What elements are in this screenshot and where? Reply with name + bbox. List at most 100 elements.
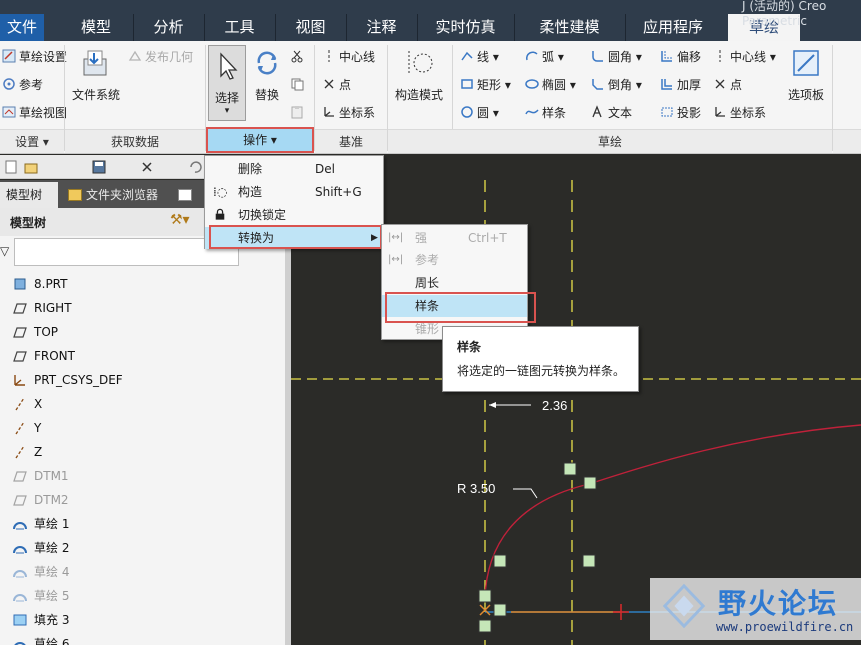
tree-item-label: Z: [34, 445, 43, 459]
datum-csys-button[interactable]: 坐标系: [322, 103, 375, 123]
arc-button[interactable]: 弧 ▾: [525, 47, 564, 67]
undo-icon[interactable]: [188, 160, 202, 174]
datum-group-label: 基准: [315, 129, 387, 153]
circle-button[interactable]: 圆 ▾: [460, 103, 499, 123]
menu-item-perimeter[interactable]: 周长: [382, 272, 527, 294]
fillet-icon: [592, 51, 603, 62]
tree-item[interactable]: 8.PRT: [0, 272, 280, 296]
chamfer-button[interactable]: 倒角 ▾: [591, 75, 642, 95]
tab-flexible-modeling[interactable]: 柔性建模: [514, 14, 624, 41]
setup-group-label[interactable]: 设置 ▾: [0, 129, 64, 153]
graphics-window[interactable]: 2.36 R 3.50: [291, 180, 861, 645]
publish-geometry-button[interactable]: 发布几何: [128, 47, 193, 67]
circle-label: 圆: [477, 106, 490, 120]
menu-item-delete[interactable]: 删除 Del: [205, 158, 383, 180]
tree-item[interactable]: 草绘 1: [0, 512, 280, 536]
tree-item-label: 草绘 6: [34, 637, 70, 645]
sketch-point-label: 点: [730, 78, 743, 92]
tab-file[interactable]: 文件: [0, 14, 44, 41]
tree-item[interactable]: 草绘 2: [0, 536, 280, 560]
sketch-setup-button[interactable]: 草绘设置: [2, 47, 67, 67]
watermark-title: 野火论坛: [718, 587, 839, 620]
star-icon: [178, 189, 192, 201]
arc-label: 弧: [542, 50, 555, 64]
sketch-view-button[interactable]: 草绘视图: [2, 103, 67, 123]
spline-button[interactable]: 样条: [525, 103, 566, 123]
menu-item-strong[interactable]: |↔| 强 Ctrl+T: [382, 227, 527, 249]
cursor-arrow-icon: [220, 52, 238, 80]
tab-applications[interactable]: 应用程序: [625, 14, 720, 41]
sketch-centerline-button[interactable]: 中心线 ▾: [713, 47, 776, 67]
reference-button[interactable]: 参考: [2, 75, 43, 95]
constraint-marker: [478, 619, 492, 633]
tree-item-label: 草绘 5: [34, 589, 70, 603]
menu-item-toggle-lock[interactable]: 切换锁定: [205, 204, 383, 226]
tree-item[interactable]: 草绘 5: [0, 584, 280, 608]
datum-point-button[interactable]: 点: [322, 75, 351, 95]
tab-model[interactable]: 模型: [60, 14, 132, 41]
dim-radius-value[interactable]: R 3.50: [457, 481, 495, 496]
dim-horizontal-value[interactable]: 2.36: [542, 398, 567, 413]
tree-item[interactable]: Z: [0, 440, 280, 464]
sketch-point-button[interactable]: 点: [713, 75, 742, 95]
text-button[interactable]: 文本: [591, 103, 632, 123]
offset-button[interactable]: 偏移: [660, 47, 701, 67]
tree-item-label: RIGHT: [34, 301, 72, 315]
tree-item[interactable]: FRONT: [0, 344, 280, 368]
file-system-label: 文件系统: [71, 88, 120, 102]
line-button[interactable]: 线 ▾: [460, 47, 499, 67]
tab-model-tree[interactable]: 模型树: [0, 182, 58, 208]
paste-icon[interactable]: [290, 105, 304, 119]
sketch-csys-button[interactable]: 坐标系: [713, 103, 766, 123]
thicken-button[interactable]: 加厚: [660, 75, 701, 95]
tree-item[interactable]: TOP: [0, 320, 280, 344]
tab-annotate[interactable]: 注释: [346, 14, 416, 41]
ellipse-label: 椭圆: [542, 78, 567, 92]
menu-item-reference[interactable]: |↔| 参考: [382, 249, 527, 271]
tree-item[interactable]: DTM1: [0, 464, 280, 488]
construction-mode-button[interactable]: 构造模式: [390, 47, 448, 103]
tree-item[interactable]: PRT_CSYS_DEF: [0, 368, 280, 392]
arc-icon: [525, 51, 538, 61]
palette-button[interactable]: 选项板: [784, 47, 828, 103]
tree-item[interactable]: 填充 3: [0, 608, 280, 632]
datum-centerline-button[interactable]: 中心线: [322, 47, 375, 67]
strong-dimension-icon: |↔|: [388, 232, 404, 243]
tab-favorites[interactable]: [172, 182, 198, 208]
tab-folder-browser[interactable]: 文件夹浏览器: [62, 182, 164, 208]
filter-icon[interactable]: ▽: [0, 244, 9, 258]
tab-live-simulation[interactable]: 实时仿真: [417, 14, 513, 41]
tree-item[interactable]: 草绘 4: [0, 560, 280, 584]
select-button[interactable]: 选择 ▾: [208, 45, 246, 121]
tree-item[interactable]: DTM2: [0, 488, 280, 512]
open-icon[interactable]: [24, 160, 38, 174]
replace-button[interactable]: 替换: [250, 47, 284, 103]
tree-settings-icon[interactable]: ⚒▾: [170, 212, 190, 228]
tree-item-label: DTM1: [34, 469, 69, 483]
tab-view[interactable]: 视图: [275, 14, 345, 41]
ellipse-button[interactable]: 椭圆 ▾: [525, 75, 576, 95]
tree-item-label: TOP: [34, 325, 59, 339]
save-icon[interactable]: [92, 160, 106, 174]
tooltip-description: 将选定的一链图元转换为样条。: [457, 364, 626, 378]
dimension-arrow: [489, 402, 496, 408]
tab-analysis[interactable]: 分析: [133, 14, 203, 41]
scissors-icon[interactable]: [290, 49, 304, 63]
file-system-button[interactable]: 文件系统: [68, 47, 124, 103]
constraint-marker: [478, 589, 492, 603]
datum-centerline-label: 中心线: [339, 50, 376, 64]
copy-icon[interactable]: [290, 77, 304, 91]
operations-group-button[interactable]: 操作 ▾: [206, 127, 314, 153]
sketch-view-icon: [2, 106, 16, 118]
close-window-icon[interactable]: [140, 160, 154, 174]
tree-item[interactable]: 草绘 6: [0, 632, 280, 645]
project-button[interactable]: 投影: [660, 103, 701, 123]
fillet-button[interactable]: 圆角 ▾: [591, 47, 642, 67]
menu-item-construction[interactable]: ⁞◌ 构造 Shift+G: [205, 181, 383, 203]
tree-item[interactable]: RIGHT: [0, 296, 280, 320]
rectangle-button[interactable]: 矩形 ▾: [460, 75, 511, 95]
tree-item[interactable]: Y: [0, 416, 280, 440]
tab-tools[interactable]: 工具: [204, 14, 274, 41]
new-icon[interactable]: [4, 160, 18, 174]
tree-item[interactable]: X: [0, 392, 280, 416]
